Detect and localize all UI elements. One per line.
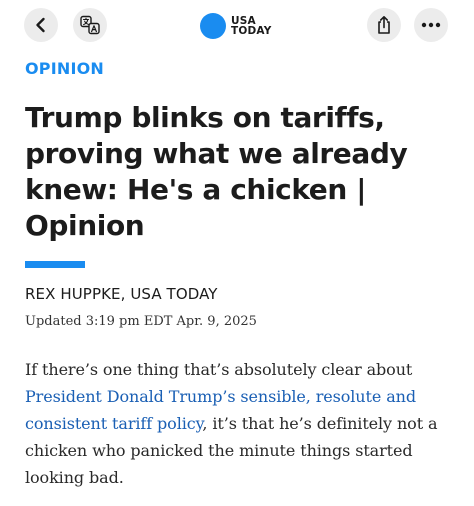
- headline-accent-bar: [25, 261, 85, 268]
- author-byline[interactable]: REX HUPPKE, USA TODAY: [25, 285, 218, 303]
- translate-icon: [80, 15, 100, 35]
- back-button[interactable]: [24, 8, 58, 42]
- logo-dot: [200, 13, 226, 39]
- article-body-paragraph: If there’s one thing that’s absolutely c…: [25, 356, 455, 491]
- updated-timestamp: Updated 3:19 pm EDT Apr. 9, 2025: [25, 314, 257, 329]
- article-page: USA TODAY OPINION Trump blinks on tariff…: [0, 0, 474, 506]
- logo-line-2: TODAY: [231, 25, 272, 37]
- logo-wordmark: USA TODAY: [231, 16, 272, 37]
- usa-today-logo[interactable]: USA TODAY: [200, 12, 272, 40]
- body-text-lead: If there’s one thing that’s absolutely c…: [25, 360, 413, 379]
- top-navigation-bar: USA TODAY: [0, 0, 474, 52]
- share-button[interactable]: [367, 8, 401, 42]
- translate-button[interactable]: [73, 8, 107, 42]
- article-headline: Trump blinks on tariffs, proving what we…: [25, 101, 408, 242]
- chevron-left-icon: [36, 17, 45, 33]
- more-horizontal-icon: [421, 22, 441, 28]
- more-options-button[interactable]: [414, 8, 448, 42]
- section-label[interactable]: OPINION: [25, 59, 104, 78]
- share-icon: [378, 16, 390, 34]
